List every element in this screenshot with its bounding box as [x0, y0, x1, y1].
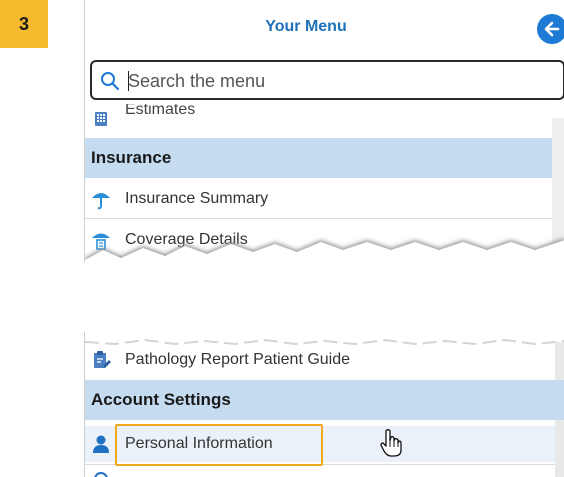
menu-item-pathology-report-patient-guide[interactable]: Pathology Report Patient Guide [85, 342, 564, 378]
menu-item-label: Estimates [125, 104, 196, 118]
calculator-icon [95, 112, 107, 126]
menu-item-label: Insurance Summary [125, 190, 269, 207]
search-input[interactable] [126, 68, 550, 94]
menu-item-label: Pathology Report Patient Guide [125, 351, 351, 368]
menu-item-estimates[interactable]: Estimates [85, 104, 564, 130]
section-header-account-settings: Account Settings [85, 380, 564, 420]
menu-item-insurance-summary[interactable]: Insurance Summary [85, 181, 564, 217]
menu-title: Your Menu [265, 18, 347, 35]
search-icon [101, 72, 120, 91]
torn-edge [85, 238, 564, 262]
search-box[interactable] [90, 60, 564, 100]
menu-panel-bottom: Pathology Report Patient Guide Account S… [84, 332, 564, 477]
back-button[interactable] [537, 14, 564, 44]
umbrella-icon [92, 193, 110, 210]
menu-divider [85, 218, 564, 219]
lock-icon [94, 472, 108, 477]
highlight-box [115, 424, 323, 466]
menu-panel-top: Your Menu Estimates Insurance Insurance … [84, 0, 564, 262]
step-number-badge: 3 [0, 0, 48, 48]
arrow-left-icon [544, 21, 560, 37]
text-caret [128, 71, 129, 91]
pointer-hand-icon [380, 429, 402, 457]
person-icon [93, 435, 109, 453]
clipboard-edit-icon [94, 351, 111, 368]
section-header-insurance: Insurance [85, 138, 564, 178]
